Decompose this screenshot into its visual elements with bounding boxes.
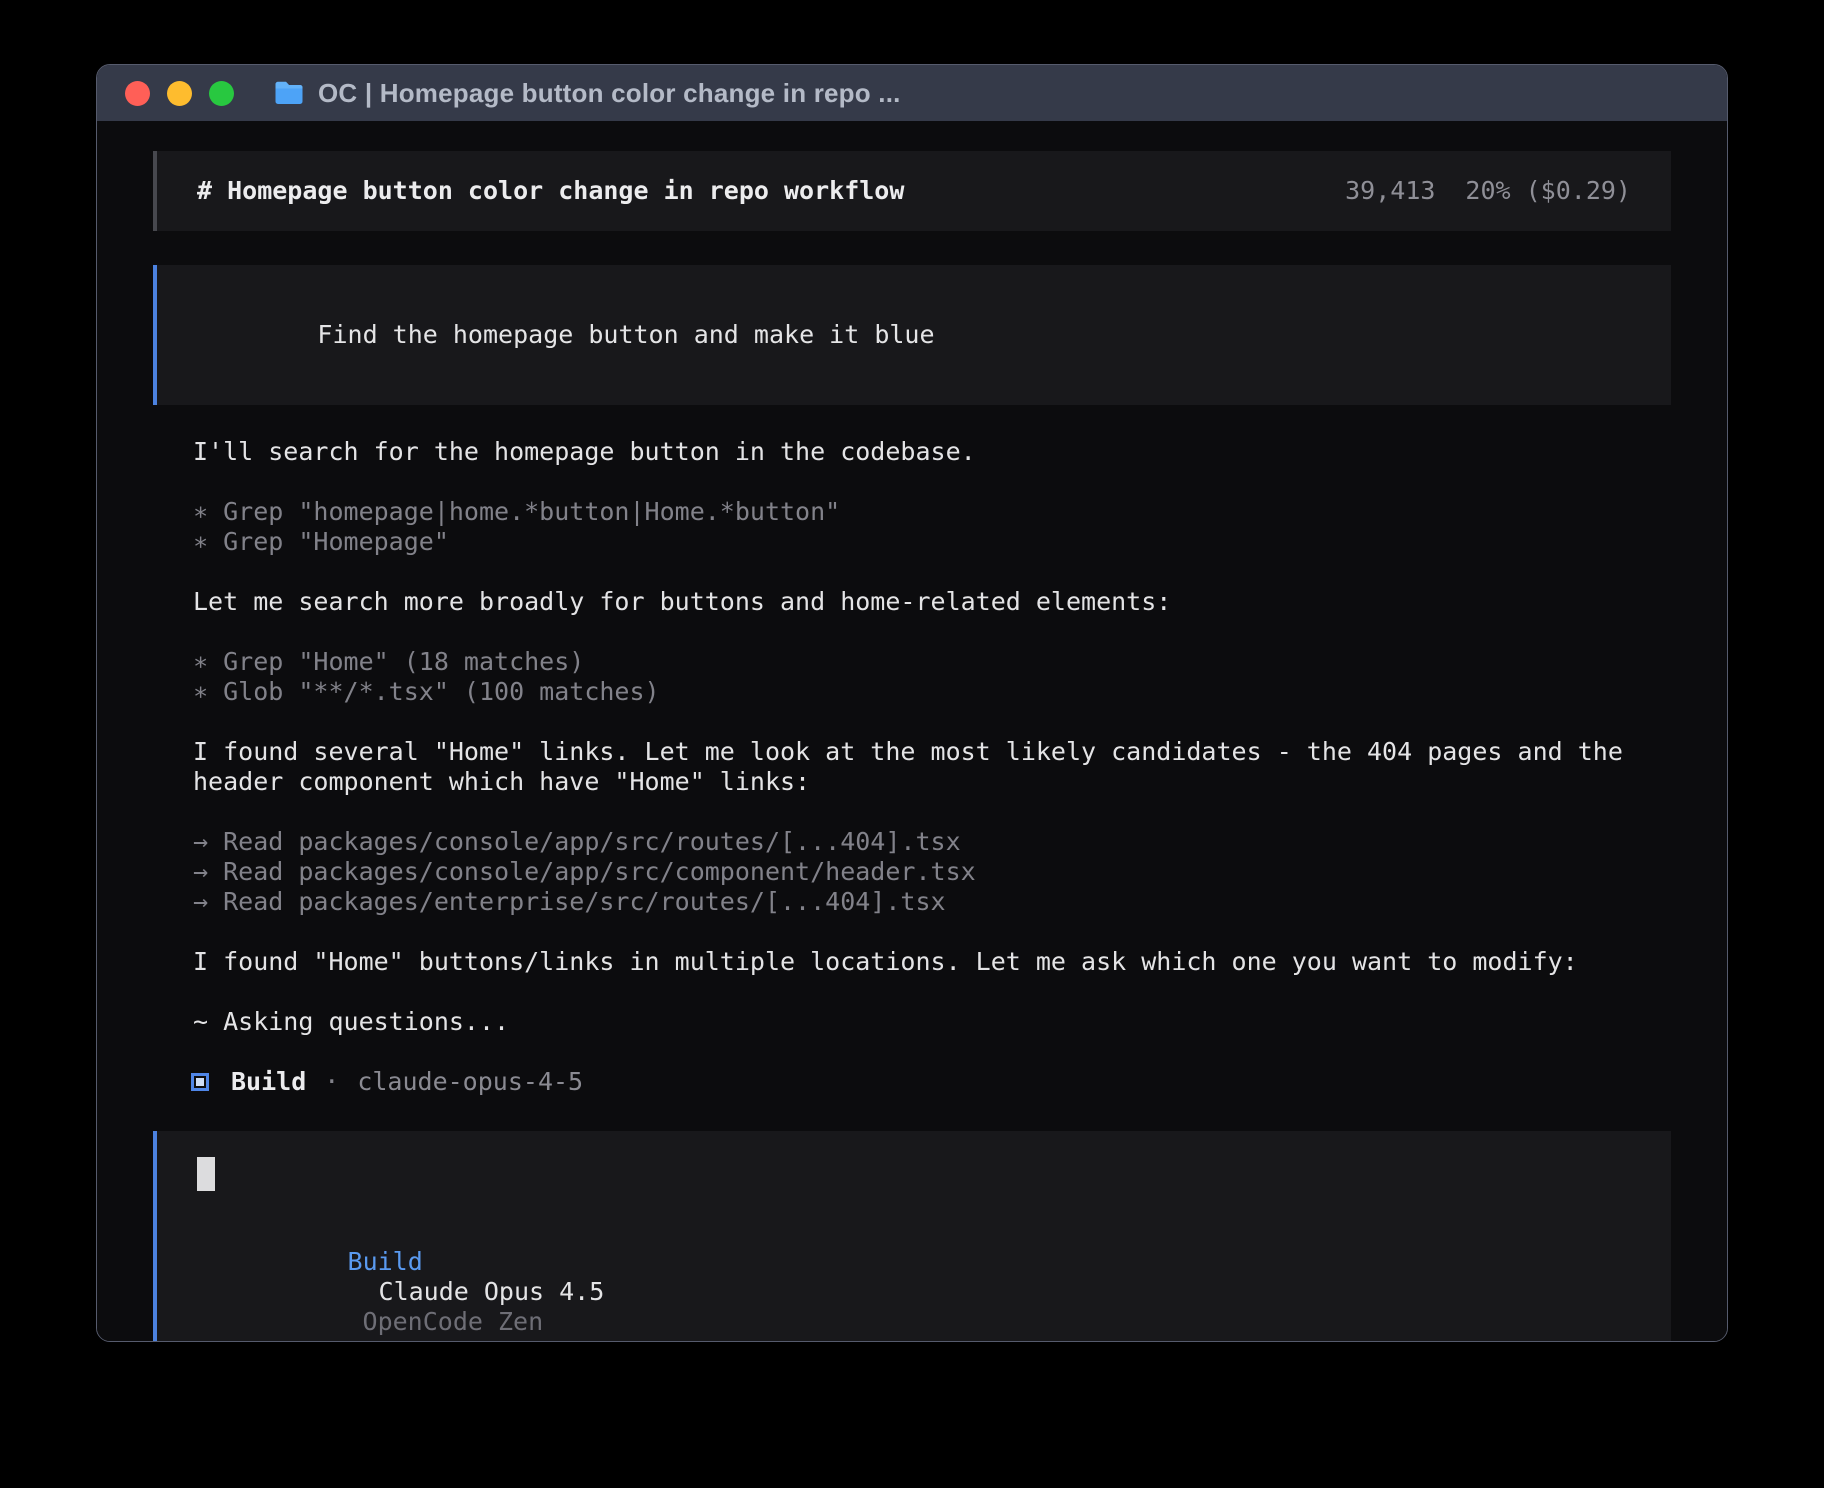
assistant-text-line: Let me search more broadly for buttons a… (193, 587, 1671, 617)
input-mode[interactable]: Build (348, 1247, 423, 1276)
assistant-text-line: ~ Asking questions... (193, 1007, 1671, 1037)
session-title: # Homepage button color change in repo w… (197, 176, 904, 206)
window-title: OC | Homepage button color change in rep… (318, 78, 901, 109)
tool-call-line: ∗ Glob "**/*.tsx" (100 matches) (193, 677, 1671, 707)
session-header: # Homepage button color change in repo w… (153, 151, 1671, 231)
folder-icon (274, 80, 304, 106)
tool-call-line: ∗ Grep "Homepage" (193, 527, 1671, 557)
tool-call-line: → Read packages/enterprise/src/routes/[.… (193, 887, 1671, 917)
agent-badge-separator: · (324, 1067, 339, 1097)
assistant-text-line: I'll search for the homepage button in t… (193, 437, 1671, 467)
terminal-window: OC | Homepage button color change in rep… (96, 64, 1728, 1342)
input-model[interactable]: Claude Opus 4.5 (379, 1277, 605, 1306)
assistant-text-line: I found several "Home" links. Let me loo… (193, 737, 1671, 767)
agent-status-badge: Build · claude-opus-4-5 (153, 1067, 1671, 1097)
user-message: Find the homepage button and make it blu… (153, 265, 1671, 405)
blank-line (193, 977, 1671, 1007)
screen: OC | Homepage button color change in rep… (0, 0, 1824, 1488)
close-button[interactable] (125, 81, 150, 106)
agent-badge-model: claude-opus-4-5 (357, 1067, 583, 1097)
tool-call-line: → Read packages/console/app/src/componen… (193, 857, 1671, 887)
token-count: 39,413 (1345, 176, 1435, 206)
blank-line (193, 467, 1671, 497)
agent-badge-label: Build (231, 1067, 306, 1097)
assistant-text-line: header component which have "Home" links… (193, 767, 1671, 797)
session-stats: 39,413 20% ($0.29) (1345, 176, 1631, 206)
blank-line (193, 617, 1671, 647)
tool-call-line: → Read packages/console/app/src/routes/[… (193, 827, 1671, 857)
transcript: I'll search for the homepage button in t… (153, 437, 1671, 1037)
user-message-text: Find the homepage button and make it blu… (317, 320, 934, 349)
window-controls (125, 81, 234, 106)
assistant-text-line: I found "Home" buttons/links in multiple… (193, 947, 1671, 977)
input-status-row: Build Claude Opus 4.5 OpenCode Zen (197, 1217, 1631, 1342)
text-cursor (197, 1157, 215, 1191)
blank-line (193, 917, 1671, 947)
agent-badge-icon (191, 1073, 209, 1091)
tool-call-line: ∗ Grep "Home" (18 matches) (193, 647, 1671, 677)
blank-line (193, 797, 1671, 827)
blank-line (193, 557, 1671, 587)
zoom-button[interactable] (209, 81, 234, 106)
window-titlebar[interactable]: OC | Homepage button color change in rep… (97, 65, 1727, 121)
tool-call-line: ∗ Grep "homepage|home.*button|Home.*butt… (193, 497, 1671, 527)
minimize-button[interactable] (167, 81, 192, 106)
context-cost: 20% ($0.29) (1465, 176, 1631, 206)
blank-line (193, 707, 1671, 737)
prompt-input[interactable]: Build Claude Opus 4.5 OpenCode Zen (153, 1131, 1671, 1342)
window-title-group: OC | Homepage button color change in rep… (274, 78, 901, 109)
input-provider: OpenCode Zen (363, 1307, 544, 1336)
terminal-content: # Homepage button color change in repo w… (97, 121, 1727, 1342)
